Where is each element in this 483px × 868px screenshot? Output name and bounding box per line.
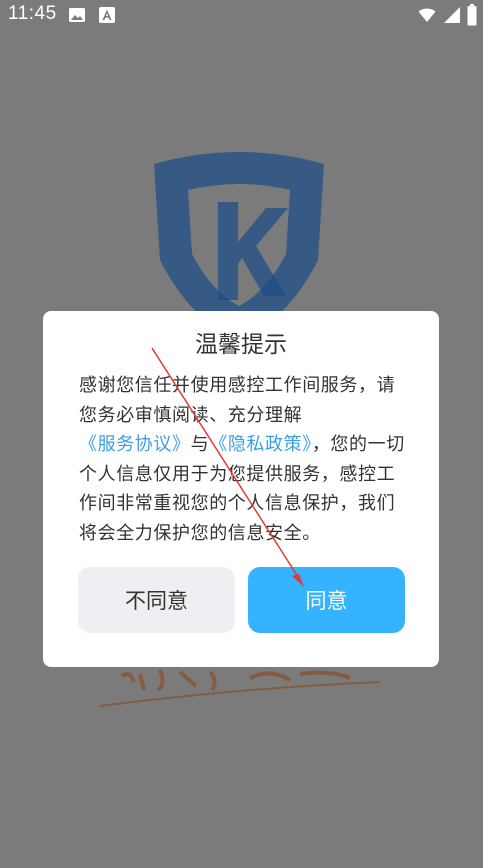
agree-button[interactable]: 同意 — [248, 567, 405, 633]
privacy-dialog: 温馨提示 感谢您信任并使用感控工作间服务，请您务必审慎阅读、充分理解《服务协议》… — [43, 311, 439, 667]
a-icon — [99, 7, 115, 23]
terms-of-service-link[interactable]: 《服务协议》 — [79, 434, 191, 455]
dialog-body: 感谢您信任并使用感控工作间服务，请您务必审慎阅读、充分理解《服务协议》与《隐私政… — [79, 371, 409, 548]
privacy-policy-link[interactable]: 《隐私政策》 — [209, 434, 312, 455]
slogan-artwork — [100, 669, 381, 707]
screen: 11:45 温馨提示 感谢您信任并使用感控工作间服务，请您务必审慎阅读、充分理解… — [0, 0, 483, 868]
battery-icon — [467, 4, 477, 26]
dialog-text-and: 与 — [190, 434, 210, 455]
disagree-button[interactable]: 不同意 — [78, 567, 235, 633]
status-time: 11:45 — [8, 3, 57, 24]
wifi-icon — [418, 8, 436, 22]
image-icon — [69, 8, 85, 22]
dialog-title: 温馨提示 — [195, 332, 287, 358]
signal-icon — [444, 7, 460, 23]
dialog-text-intro: 感谢您信任并使用感控工作间服务，请您务必审慎阅读、充分理解 — [79, 375, 396, 426]
status-bar: 11:45 — [0, 0, 483, 30]
